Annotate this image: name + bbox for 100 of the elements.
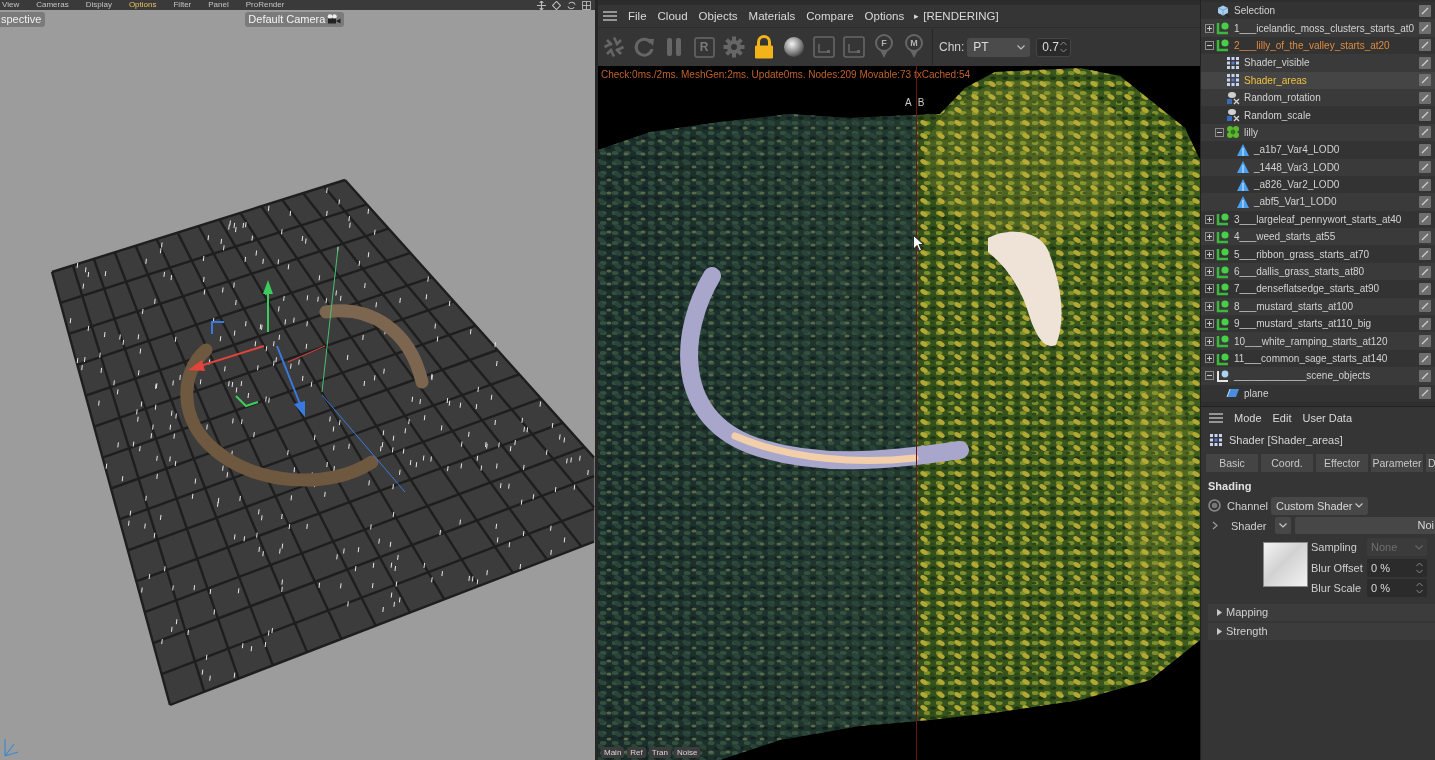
object-row[interactable]: 7___denseflatsedge_starts_at90 (1201, 280, 1435, 298)
slash-box-icon[interactable] (1419, 126, 1431, 139)
slash-box-icon[interactable] (1419, 74, 1431, 87)
move-arrows-icon[interactable] (537, 0, 546, 10)
menu-item[interactable]: Display (85, 0, 112, 10)
minus-box-icon[interactable] (1215, 127, 1224, 137)
slash-box-icon[interactable] (1419, 91, 1431, 104)
tab[interactable]: Parameter (1371, 454, 1423, 472)
slash-box-icon[interactable] (1419, 265, 1431, 278)
slash-box-icon[interactable] (1419, 196, 1431, 208)
menu-item[interactable]: Filter (173, 0, 192, 10)
menu-item[interactable]: ProRender (245, 0, 285, 10)
ring-icon[interactable] (1208, 499, 1221, 512)
group-header[interactable]: Mapping (1208, 603, 1435, 621)
object-row[interactable]: 4___weed_starts_at55 (1201, 228, 1435, 246)
menu-item[interactable]: View (2, 0, 20, 10)
move-gizmo[interactable] (188, 247, 406, 493)
camera-button[interactable]: Default Camera (245, 11, 345, 27)
minus-box-icon[interactable] (1205, 371, 1214, 381)
value-spinner[interactable]: 0.7 (1036, 37, 1072, 57)
slash-box-icon[interactable] (1419, 335, 1431, 348)
plus-box-icon[interactable] (1205, 319, 1214, 329)
slash-box-icon[interactable] (1419, 161, 1431, 174)
diamond-icon[interactable] (552, 0, 561, 10)
slash-box-icon[interactable] (1419, 317, 1431, 330)
tab[interactable]: Coord. (1261, 454, 1313, 472)
object-row[interactable]: 5___ribbon_grass_starts_at70 (1201, 245, 1435, 263)
slash-box-icon[interactable] (1419, 282, 1431, 295)
slash-box-icon[interactable] (1419, 213, 1431, 226)
tab[interactable]: Noise (673, 747, 701, 758)
plus-box-icon[interactable] (1205, 232, 1214, 242)
menu-item[interactable]: User Data (1302, 411, 1353, 424)
shader-field[interactable]: Noi (1295, 517, 1435, 534)
slash-box-icon[interactable] (1419, 22, 1431, 35)
menu-icon[interactable] (1209, 412, 1223, 423)
object-row[interactable]: _a1b7_Var4_LOD0 (1201, 141, 1435, 159)
plus-box-icon[interactable] (1205, 301, 1214, 311)
menu-item[interactable]: Options (864, 10, 905, 22)
slash-box-icon[interactable] (1419, 387, 1431, 400)
slash-box-icon[interactable] (1419, 39, 1431, 52)
channel-dropdown[interactable]: PT (967, 37, 1031, 57)
slash-box-icon[interactable] (1419, 178, 1431, 191)
layout-icon[interactable] (582, 0, 591, 10)
slash-box-icon[interactable] (1419, 109, 1431, 122)
menu-icon[interactable] (603, 11, 617, 21)
menu-item[interactable]: Panel (208, 0, 229, 10)
pin-button[interactable]: F (875, 34, 893, 60)
object-row[interactable]: Selection (1201, 2, 1435, 20)
shapes-icon (1226, 108, 1240, 123)
object-row[interactable]: _____________scene_objects (1201, 367, 1435, 385)
number-field[interactable]: 0 % (1367, 558, 1427, 577)
corner-dot-icon (1216, 212, 1230, 227)
tab[interactable]: D (1426, 454, 1435, 472)
submenu-arrow[interactable]: ▸ (914, 11, 920, 21)
tab[interactable]: Basic (1206, 454, 1258, 472)
menu-item[interactable]: Cloud (657, 10, 688, 22)
plus-box-icon[interactable] (1205, 23, 1214, 33)
rotate-icon[interactable] (567, 0, 576, 10)
plus-box-icon[interactable] (1205, 336, 1214, 346)
plus-box-icon[interactable] (1205, 354, 1214, 363)
sphere-icon[interactable] (783, 36, 805, 58)
channel-dropdown[interactable]: Custom Shader (1271, 496, 1368, 515)
slash-box-icon[interactable] (1419, 4, 1431, 17)
minus-box-icon[interactable] (1205, 40, 1214, 50)
object-row[interactable]: _abf5_Var1_LOD0 (1201, 193, 1435, 211)
shader-menu-button[interactable] (1275, 517, 1291, 534)
plus-box-icon[interactable] (1205, 284, 1214, 294)
object-row[interactable]: 9___mustard_starts_at110_big (1201, 315, 1435, 333)
number-field[interactable]: 0 % (1367, 579, 1427, 598)
menu-item[interactable]: Cameras (36, 0, 69, 10)
group-header[interactable]: Strength (1208, 622, 1435, 640)
slash-box-icon[interactable] (1419, 369, 1431, 382)
slash-box-icon[interactable] (1419, 300, 1431, 313)
menu-item[interactable]: Options (128, 0, 157, 10)
plus-box-icon[interactable] (1205, 214, 1214, 224)
pin-button[interactable]: M (905, 34, 923, 60)
menu-item[interactable]: Materials (748, 10, 796, 22)
slash-box-icon[interactable] (1419, 352, 1431, 365)
object-row[interactable]: 10___white_ramping_starts_at120 (1201, 332, 1435, 350)
menu-item[interactable]: File (628, 10, 647, 22)
slash-box-icon[interactable] (1419, 248, 1431, 261)
object-row[interactable]: 1___icelandic_moss_clusters_starts_at0 (1201, 19, 1435, 37)
tab[interactable]: Ref (627, 747, 646, 758)
cursor-icon (913, 235, 924, 252)
tab[interactable]: Main (601, 747, 625, 758)
slash-box-icon[interactable] (1419, 56, 1431, 69)
tab[interactable]: Effector (1316, 454, 1368, 472)
object-row[interactable]: Random_scale (1201, 106, 1435, 124)
menu-item[interactable]: Edit (1272, 411, 1292, 424)
chevron-icon[interactable] (1212, 521, 1218, 530)
plus-box-icon[interactable] (1205, 267, 1214, 277)
object-row[interactable]: Shader_visible (1201, 54, 1435, 72)
slash-box-icon[interactable] (1419, 143, 1431, 156)
lock-icon[interactable] (753, 35, 775, 59)
slash-box-icon[interactable] (1419, 230, 1431, 243)
menu-item[interactable]: Objects (698, 10, 738, 22)
plus-box-icon[interactable] (1205, 249, 1214, 259)
menu-item[interactable]: Compare (806, 10, 854, 22)
tab[interactable]: Tran (648, 747, 671, 758)
menu-item[interactable]: Mode (1234, 411, 1262, 424)
